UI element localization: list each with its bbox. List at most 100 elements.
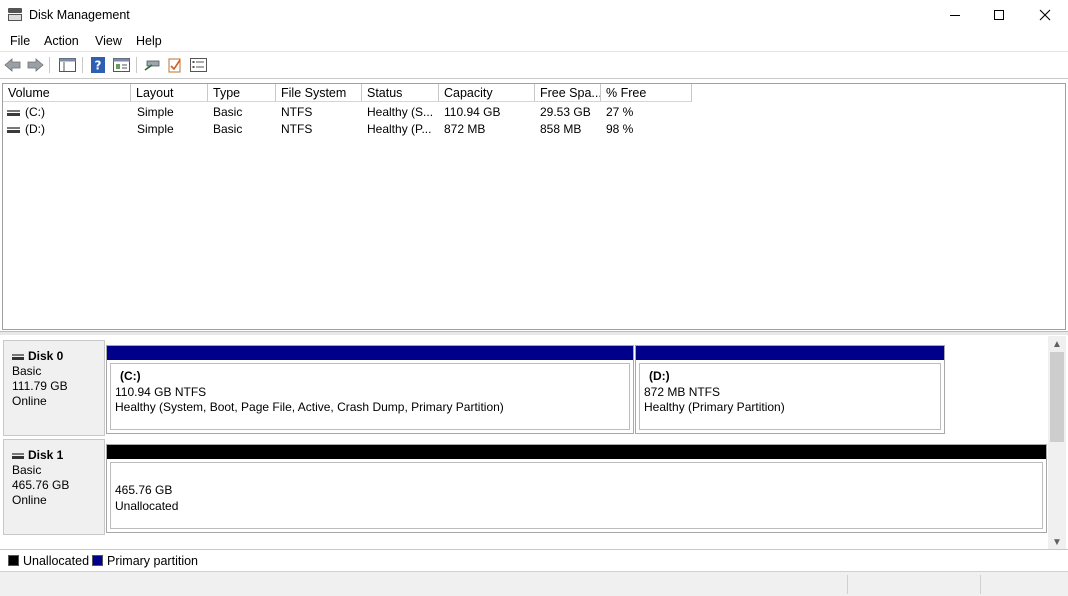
- partition-d-bar: [636, 346, 944, 360]
- svg-text:?: ?: [95, 59, 102, 73]
- disk-1-state: Online: [12, 493, 47, 507]
- minimize-button[interactable]: [932, 0, 978, 30]
- status-separator: [980, 575, 981, 594]
- disk-icon: [12, 353, 24, 360]
- disk-icon: [12, 452, 24, 459]
- disk-0-state: Online: [12, 394, 47, 408]
- menu-help[interactable]: Help: [136, 34, 162, 48]
- partition-c-size: 110.94 GB NTFS: [115, 384, 207, 399]
- disk-1-size: 465.76 GB: [12, 478, 70, 492]
- menu-view[interactable]: View: [95, 34, 122, 48]
- maximize-icon: [994, 10, 1004, 20]
- disk-1-label[interactable]: Disk 1 Basic 465.76 GB Online: [3, 439, 105, 535]
- cell-status: Healthy (S...: [367, 105, 434, 119]
- disk-management-app-icon: [8, 8, 22, 21]
- volume-list[interactable]: Volume Layout Type File System Status Ca…: [2, 83, 1066, 330]
- maximize-button[interactable]: [976, 0, 1022, 30]
- partition-c[interactable]: (C:) 110.94 GB NTFS Healthy (System, Boo…: [106, 345, 634, 434]
- disk-1-type: Basic: [12, 463, 42, 477]
- legend-unallocated-swatch: [8, 555, 19, 566]
- partition-c-bar: [107, 346, 633, 360]
- cell-capacity: 872 MB: [444, 122, 486, 136]
- disk-0-type: Basic: [12, 364, 42, 378]
- partition-c-title: (C:): [120, 369, 141, 383]
- connect-disk-icon: [144, 60, 159, 71]
- partition-d-size: 872 MB NTFS: [644, 384, 721, 399]
- menu-file[interactable]: File: [10, 34, 30, 48]
- vertical-scrollbar[interactable]: ▲ ▼: [1048, 336, 1066, 550]
- help-button[interactable]: ?: [88, 56, 108, 74]
- partition-d[interactable]: (D:) 872 MB NTFS Healthy (Primary Partit…: [635, 345, 945, 434]
- cell-layout: Simple: [137, 122, 174, 136]
- back-icon: [4, 58, 21, 72]
- help-icon: ?: [91, 57, 105, 73]
- toolbar-separator: [82, 57, 83, 73]
- cell-type: Basic: [213, 122, 243, 136]
- properties-button[interactable]: [111, 56, 131, 74]
- partition-unallocated[interactable]: 465.76 GB Unallocated: [106, 444, 1047, 533]
- column-header-volume[interactable]: Volume: [3, 84, 131, 102]
- check-icon: [168, 58, 181, 73]
- column-header-file-system[interactable]: File System: [276, 84, 362, 102]
- legend-unallocated-label: Unallocated: [23, 554, 90, 568]
- properties-icon: [112, 58, 130, 72]
- column-header-percent-free[interactable]: % Free: [601, 84, 692, 102]
- forward-button[interactable]: [25, 56, 45, 74]
- status-bar: [0, 571, 1068, 596]
- legend-bar: Unallocated Primary partition: [0, 549, 1068, 570]
- cell-status: Healthy (P...: [367, 122, 432, 136]
- close-icon: [1039, 9, 1051, 21]
- check-button[interactable]: [165, 56, 185, 74]
- cell-free-space: 858 MB: [540, 122, 582, 136]
- cell-layout: Simple: [137, 105, 174, 119]
- cell-file-system: NTFS: [281, 105, 313, 119]
- column-header-type[interactable]: Type: [208, 84, 276, 102]
- menu-bar: File Action View Help: [0, 30, 1068, 52]
- disk-0-size: 111.79 GB: [12, 379, 68, 393]
- cell-free-space: 29.53 GB: [540, 105, 591, 119]
- disk-1-name: Disk 1: [28, 448, 64, 462]
- cell-type: Basic: [213, 105, 243, 119]
- disk-0-name: Disk 0: [28, 349, 64, 363]
- window-title: Disk Management: [29, 8, 130, 22]
- cell-percent-free: 27 %: [606, 105, 634, 119]
- list-view-icon: [189, 58, 207, 72]
- legend-primary-label: Primary partition: [107, 554, 198, 568]
- cell-capacity: 110.94 GB: [444, 105, 501, 119]
- scroll-thumb[interactable]: [1050, 352, 1064, 442]
- list-view-button[interactable]: [188, 56, 208, 74]
- column-header-free-space[interactable]: Free Spa...: [535, 84, 601, 102]
- drive-icon: [7, 110, 20, 116]
- toolbar-separator: [49, 57, 50, 73]
- pane-splitter[interactable]: [0, 331, 1068, 335]
- back-button[interactable]: [3, 56, 23, 74]
- unallocated-status: Unallocated: [115, 498, 179, 513]
- connect-disk-button[interactable]: [142, 56, 162, 74]
- legend-primary-swatch: [92, 555, 103, 566]
- forward-icon: [27, 58, 44, 72]
- cell-volume: (D:): [25, 122, 45, 136]
- scroll-up-icon[interactable]: ▲: [1048, 336, 1066, 352]
- toolbar-separator: [136, 57, 137, 73]
- column-header-status[interactable]: Status: [362, 84, 439, 102]
- unallocated-bar: [107, 445, 1046, 459]
- show-hide-console-tree-button[interactable]: [57, 56, 77, 74]
- scroll-down-icon[interactable]: ▼: [1048, 534, 1066, 550]
- cell-percent-free: 98 %: [606, 122, 634, 136]
- disk-graphical-view: Disk 0 Basic 111.79 GB Online (C:) 110.9…: [0, 336, 1048, 546]
- status-separator: [847, 575, 848, 594]
- cell-file-system: NTFS: [281, 122, 313, 136]
- column-header-capacity[interactable]: Capacity: [439, 84, 535, 102]
- partition-c-status: Healthy (System, Boot, Page File, Active…: [115, 400, 504, 414]
- unallocated-size: 465.76 GB: [115, 483, 173, 497]
- drive-icon: [7, 127, 20, 133]
- partition-d-title: (D:): [649, 369, 670, 383]
- disk-0-label[interactable]: Disk 0 Basic 111.79 GB Online: [3, 340, 105, 436]
- close-button[interactable]: [1022, 0, 1068, 30]
- partition-d-status: Healthy (Primary Partition): [644, 400, 785, 414]
- toolbar: ?: [0, 52, 1068, 79]
- menu-action[interactable]: Action: [44, 34, 79, 48]
- minimize-icon: [950, 14, 960, 16]
- console-tree-icon: [58, 58, 76, 72]
- column-header-layout[interactable]: Layout: [131, 84, 208, 102]
